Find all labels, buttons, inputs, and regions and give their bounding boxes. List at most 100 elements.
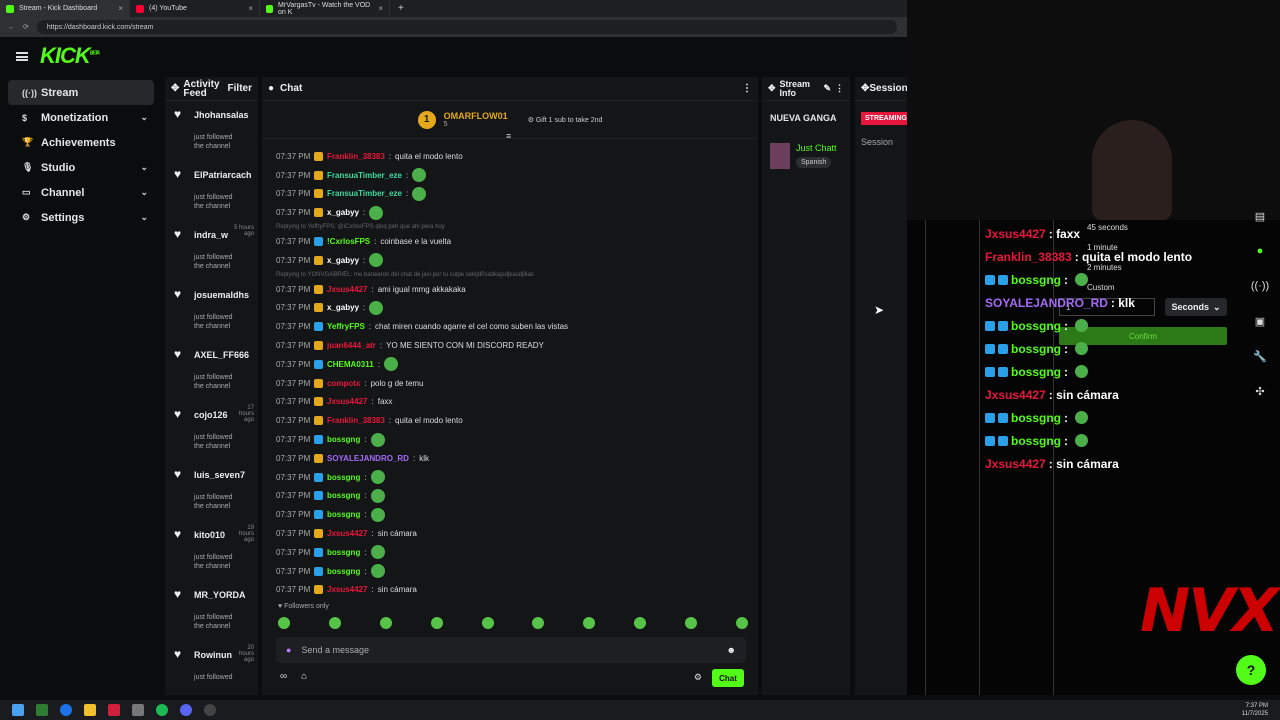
overlay-username: bossgng: [1011, 341, 1061, 356]
chat-message: 07:37 PM bossgng:: [276, 505, 758, 524]
doc-icon[interactable]: ▤: [1240, 210, 1280, 245]
emote-icon[interactable]: [685, 617, 697, 629]
emoji-icon[interactable]: ☻: [727, 645, 736, 655]
chat-username[interactable]: FransuaTimber_eze: [327, 189, 402, 198]
emote-icon[interactable]: [328, 617, 341, 629]
follower-name[interactable]: MR_YORDA: [194, 590, 252, 600]
spotify-icon[interactable]: [156, 704, 168, 716]
browser-tab[interactable]: MrVargasTv - Watch the VOD on K ×: [260, 0, 390, 17]
store-icon[interactable]: ⌂: [301, 671, 307, 682]
kebab-menu-icon[interactable]: ⋮: [835, 84, 844, 93]
chat-username[interactable]: Jxsus4427: [327, 529, 367, 538]
emote-icon[interactable]: [379, 617, 392, 629]
chat-username[interactable]: compotx: [327, 379, 360, 388]
message-time: 07:37 PM: [276, 491, 311, 501]
discord-icon[interactable]: [180, 704, 192, 716]
chat-username[interactable]: bossgng: [327, 567, 360, 576]
chat-username[interactable]: bossgng: [327, 548, 360, 557]
menu-icon[interactable]: [16, 51, 28, 61]
chat-username[interactable]: FransuaTimber_eze: [327, 171, 402, 180]
chrome-icon[interactable]: [60, 704, 72, 716]
chat-username[interactable]: juan6444_atr: [327, 341, 376, 350]
pen-icon[interactable]: [132, 704, 144, 716]
chat-message: 07:37 PM juan6444_atr: YO ME SIENTO CON MI…: [276, 336, 758, 355]
gifter-name[interactable]: OMARFLOW01: [444, 111, 508, 121]
send-chat-button[interactable]: Chat: [712, 669, 744, 687]
kebab-menu-icon[interactable]: ⋮: [742, 83, 752, 94]
folder-icon[interactable]: [84, 704, 96, 716]
follower-name[interactable]: Jhohansalas: [194, 110, 252, 120]
chat-username[interactable]: Franklin_38383: [327, 152, 385, 161]
sidebar-item-settings[interactable]: ⚙ Settings ⌄: [8, 205, 154, 230]
follower-name[interactable]: josuemaldhs: [194, 290, 252, 300]
drag-handle-icon[interactable]: ✥: [861, 83, 869, 94]
chat-settings-icon[interactable]: ⚙: [694, 672, 702, 683]
chat-username[interactable]: bossgng: [327, 491, 360, 500]
panel-icon[interactable]: ▣: [1240, 315, 1280, 350]
chat-username[interactable]: Jxsus4427: [327, 285, 367, 294]
gift-prompt[interactable]: ⚙ Gift 1 sub to take 2nd: [528, 116, 603, 124]
drag-handle-icon[interactable]: ✥: [768, 84, 776, 93]
obs-icon[interactable]: [204, 704, 216, 716]
category-name[interactable]: Just Chatt: [796, 143, 837, 153]
chat-username[interactable]: bossgng: [327, 510, 360, 519]
chat-username[interactable]: SOYALEJANDRO_RD: [327, 454, 409, 463]
mic-icon[interactable]: ●: [286, 645, 291, 655]
close-tab-icon[interactable]: ×: [248, 4, 253, 13]
chat-username[interactable]: !CxrlosFPS: [327, 237, 370, 246]
chat-username[interactable]: bossgng: [327, 435, 360, 444]
follower-name[interactable]: ElPatriarcach: [194, 170, 252, 180]
follower-name[interactable]: AXEL_FF666: [194, 350, 252, 360]
filter-button[interactable]: Filter: [228, 83, 252, 94]
close-tab-icon[interactable]: ×: [378, 4, 383, 13]
emote-icon[interactable]: [532, 617, 545, 629]
sidebar-item-monetization[interactable]: $ Monetization ⌄: [8, 105, 154, 130]
signal-icon[interactable]: ((·)): [1240, 280, 1280, 315]
sidebar-item-studio[interactable]: 🎙 Studio ⌄: [8, 155, 154, 180]
plugin-icon[interactable]: ✣: [1240, 385, 1280, 420]
terminal-icon[interactable]: [36, 704, 48, 716]
chat-username[interactable]: Franklin_38383: [327, 416, 385, 425]
browser-tab[interactable]: Stream - Kick Dashboard ×: [0, 0, 130, 17]
emote-icon[interactable]: [583, 617, 596, 629]
chat-username[interactable]: x_gabyy: [327, 303, 359, 312]
activity-feed-title: Activity Feed: [183, 78, 220, 99]
follow-description: just followed the channel: [194, 314, 233, 330]
kick-logo[interactable]: KICKBETA: [40, 43, 100, 69]
pin-collapse-icon[interactable]: ≡: [506, 131, 511, 141]
chat-username[interactable]: x_gabyy: [327, 256, 359, 265]
chat-username[interactable]: x_gabyy: [327, 208, 359, 217]
drag-handle-icon[interactable]: ✥: [171, 83, 179, 94]
browser-tab[interactable]: (4) YouTube ×: [130, 0, 260, 17]
overlay-username: Franklin_38383: [985, 249, 1072, 264]
webcam-feed: [907, 0, 1280, 220]
emote-icon[interactable]: [634, 617, 647, 629]
chat-username[interactable]: Jxsus4427: [327, 397, 367, 406]
new-tab-icon[interactable]: +: [398, 3, 404, 14]
emote-icon[interactable]: [481, 617, 494, 629]
chat-username[interactable]: bossgng: [327, 473, 360, 482]
edit-icon[interactable]: ✎: [823, 84, 831, 93]
sidebar-item-channel[interactable]: ▭ Channel ⌄: [8, 180, 154, 205]
sidebar-item-achievements[interactable]: 🏆 Achievements: [8, 130, 154, 155]
help-icon[interactable]: ?: [1236, 655, 1266, 685]
infinity-icon[interactable]: ∞: [280, 671, 287, 682]
back-icon[interactable]: ←: [8, 24, 15, 31]
chat-username[interactable]: CHEMA0311: [327, 360, 374, 369]
close-tab-icon[interactable]: ×: [118, 4, 123, 13]
reload-icon[interactable]: ⟳: [23, 23, 29, 31]
url-field[interactable]: https://dashboard.kick.com/stream: [36, 20, 897, 34]
sidebar-item-stream[interactable]: ((·)) Stream: [8, 80, 154, 105]
app-red-icon[interactable]: [108, 704, 120, 716]
chat-toggle-icon[interactable]: ●: [1240, 245, 1280, 280]
emote-icon[interactable]: [278, 617, 290, 629]
emote-icon[interactable]: [430, 617, 443, 629]
start-icon[interactable]: [12, 704, 24, 716]
chat-username[interactable]: Jxsus4427: [327, 585, 367, 594]
chat-input[interactable]: ● Send a message ☻: [276, 637, 746, 663]
badge-icon: [314, 397, 323, 407]
wrench-icon[interactable]: 🔧: [1240, 350, 1280, 385]
follower-name[interactable]: luis_seven7: [194, 470, 252, 480]
chat-username[interactable]: YeffryFPS: [327, 322, 365, 331]
emote-icon[interactable]: [735, 617, 748, 629]
